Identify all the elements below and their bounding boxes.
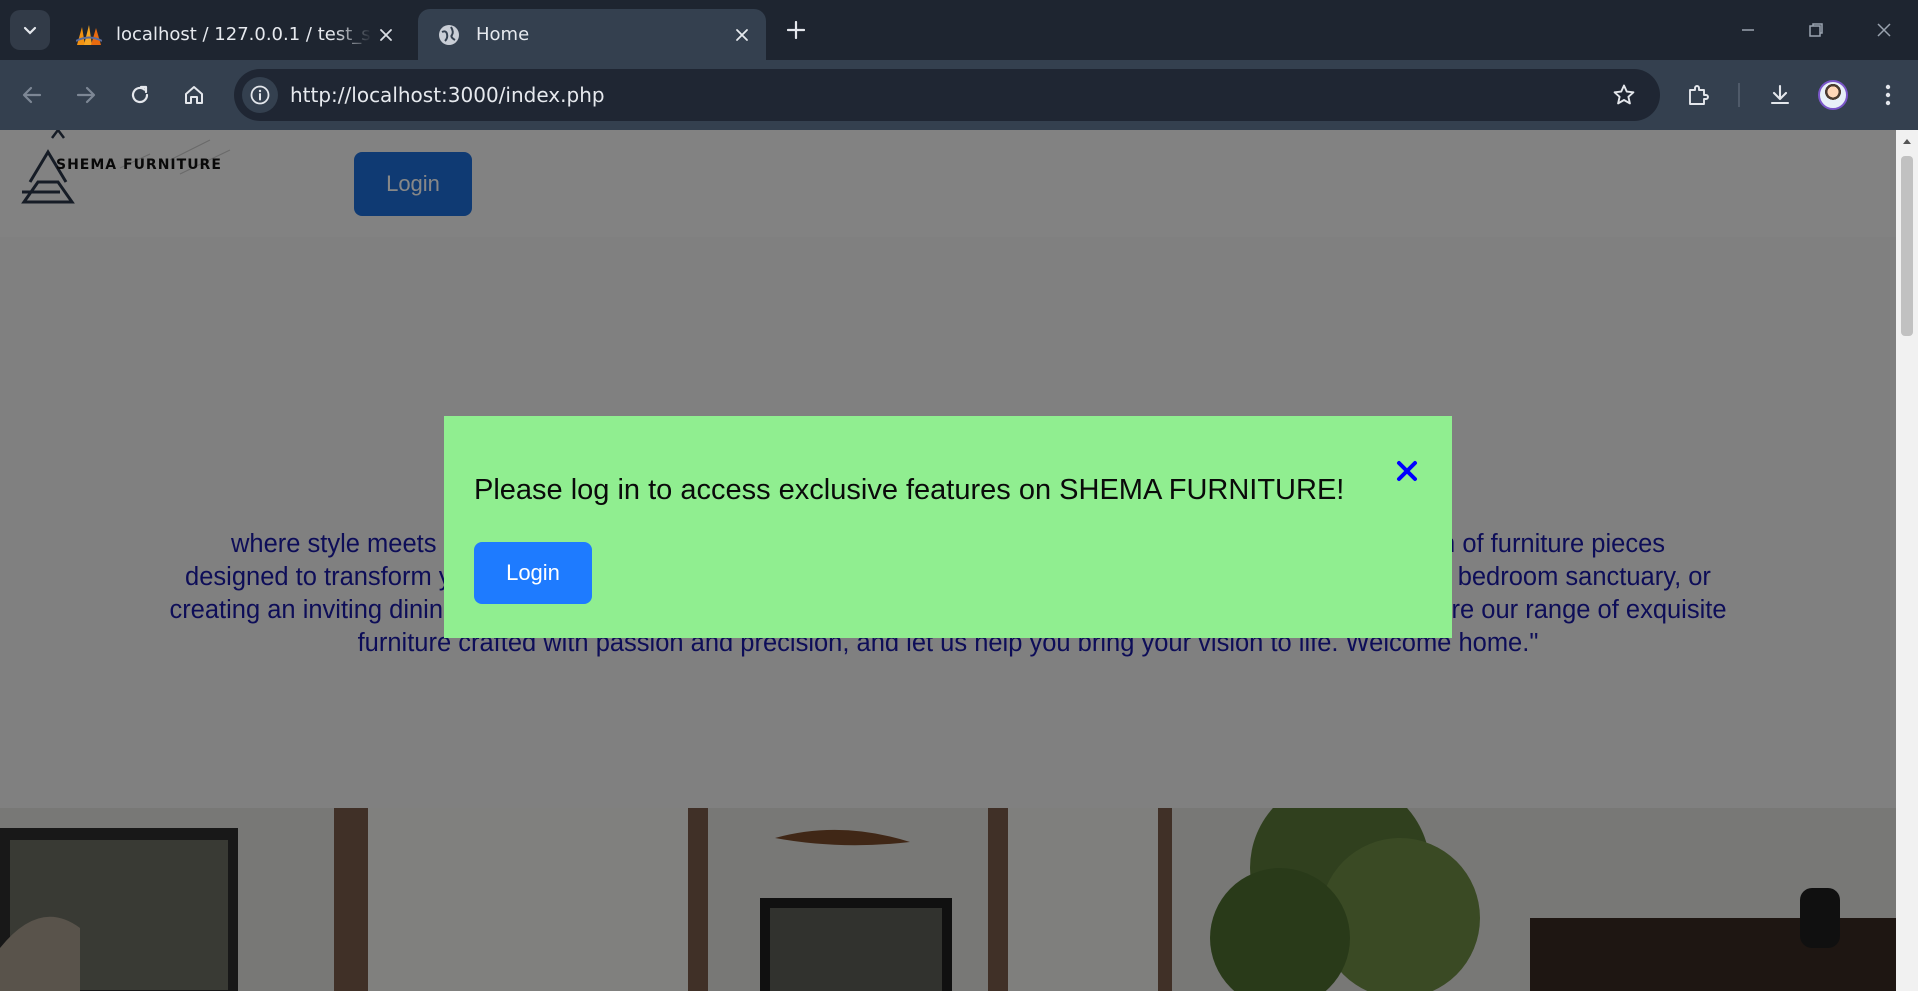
tab-title: localhost / 127.0.0.1 / test_sample xyxy=(116,24,372,45)
close-tab-icon[interactable] xyxy=(728,21,756,49)
tab-search-button[interactable] xyxy=(10,10,50,50)
download-icon xyxy=(1770,84,1790,105)
browser-toolbar: http://localhost:3000/index.php xyxy=(0,60,1918,130)
puzzle-icon xyxy=(1689,85,1709,105)
restore-button[interactable] xyxy=(1794,8,1838,52)
info-icon xyxy=(250,85,270,105)
restore-icon xyxy=(1809,23,1823,37)
globe-icon xyxy=(436,22,462,48)
toolbar-divider xyxy=(1738,83,1740,107)
site-info-button[interactable] xyxy=(242,77,278,113)
extensions-button[interactable] xyxy=(1680,77,1716,113)
phpmyadmin-icon xyxy=(76,22,102,48)
close-modal-button[interactable] xyxy=(1392,456,1422,486)
profile-avatar[interactable] xyxy=(1818,80,1848,110)
close-icon xyxy=(1877,23,1891,37)
bookmark-star-button[interactable] xyxy=(1608,79,1640,111)
reload-button[interactable] xyxy=(122,77,158,113)
back-button[interactable] xyxy=(14,77,50,113)
forward-button[interactable] xyxy=(68,77,104,113)
page-scrollbar[interactable] xyxy=(1896,130,1918,991)
address-bar[interactable]: http://localhost:3000/index.php xyxy=(234,69,1660,121)
browser-menu-button[interactable] xyxy=(1870,77,1906,113)
plus-icon xyxy=(787,21,805,39)
close-window-button[interactable] xyxy=(1862,8,1906,52)
reload-icon xyxy=(131,85,149,104)
new-tab-button[interactable] xyxy=(780,14,812,46)
arrow-left-icon xyxy=(22,86,42,104)
home-icon xyxy=(185,86,203,104)
page-viewport: SHEMA FURNITURE Login where style meets … xyxy=(0,130,1896,991)
modal-message: Please log in to access exclusive featur… xyxy=(474,474,1345,506)
close-icon xyxy=(1397,461,1417,481)
close-tab-icon[interactable] xyxy=(372,21,400,49)
scroll-thumb[interactable] xyxy=(1901,156,1913,336)
more-vert-icon xyxy=(1885,84,1891,106)
tab-title: Home xyxy=(476,24,530,45)
minimize-icon xyxy=(1742,29,1754,31)
url-text[interactable]: http://localhost:3000/index.php xyxy=(290,69,605,121)
tab-phpmyadmin[interactable]: localhost / 127.0.0.1 / test_sample xyxy=(58,9,410,60)
arrow-right-icon xyxy=(76,86,96,104)
star-icon xyxy=(1613,84,1635,105)
browser-tab-strip: localhost / 127.0.0.1 / test_sample Home xyxy=(0,0,1918,60)
chevron-down-icon xyxy=(23,26,37,35)
minimize-button[interactable] xyxy=(1726,8,1770,52)
scroll-up-arrow-icon[interactable] xyxy=(1896,130,1918,152)
home-button[interactable] xyxy=(176,77,212,113)
tab-home[interactable]: Home xyxy=(418,9,766,60)
downloads-button[interactable] xyxy=(1762,77,1798,113)
modal-login-button[interactable]: Login xyxy=(474,542,592,604)
login-prompt-modal: Please log in to access exclusive featur… xyxy=(444,416,1452,638)
